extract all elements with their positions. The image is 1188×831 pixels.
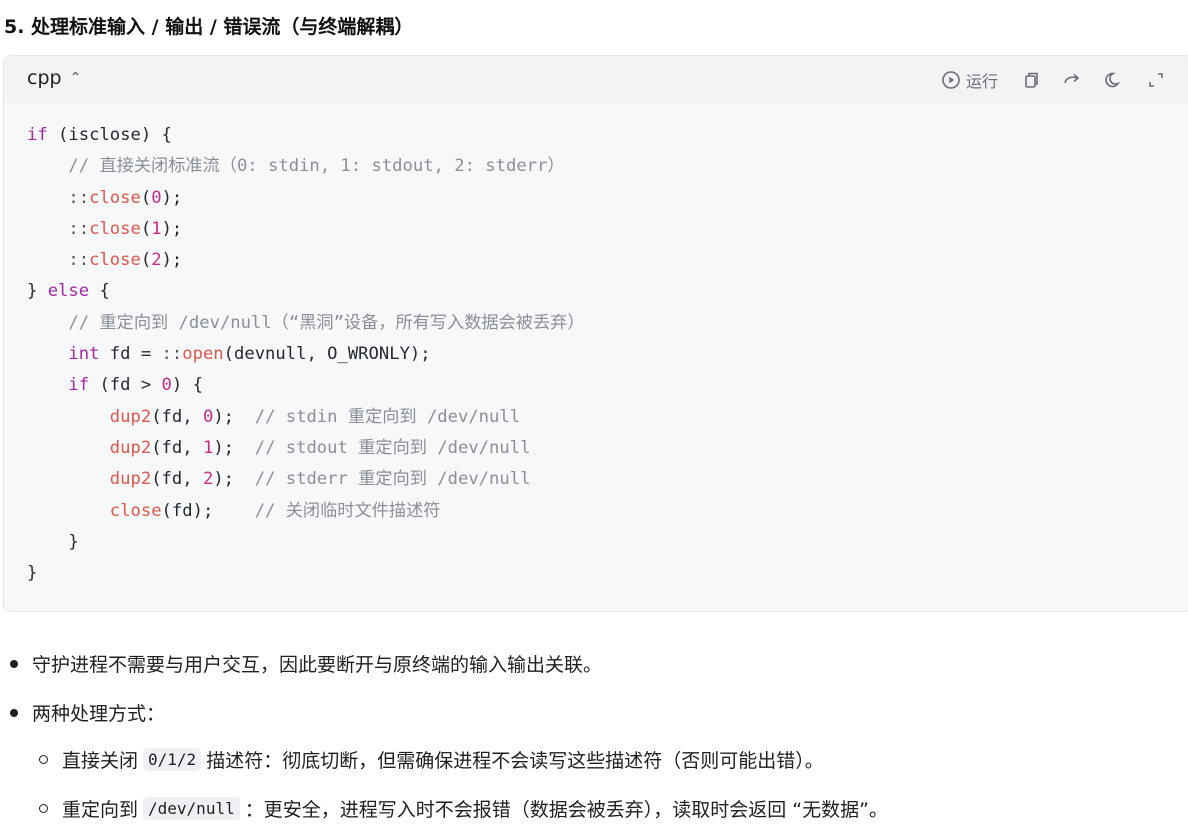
code-toolbar: 运行 — [941, 68, 1166, 92]
bullet-circle — [39, 804, 48, 813]
wrap-button[interactable] — [1062, 70, 1082, 90]
code-content: if (isclose) { // 直接关闭标准流（0: stdin, 1: s… — [27, 125, 585, 584]
sub-list-item: 直接关闭 0/1/2 描述符：彻底切断，但需确保进程不会读写这些描述符（否则可能… — [39, 746, 824, 773]
list-item: 两种处理方式： — [10, 699, 165, 726]
run-label: 运行 — [965, 72, 998, 91]
copy-button[interactable] — [1020, 70, 1040, 90]
copy-icon — [1025, 72, 1038, 88]
bullet-circle — [39, 755, 48, 764]
inline-code: /dev/null — [143, 797, 240, 820]
theme-toggle-button[interactable] — [1104, 70, 1124, 90]
redirect-arrow-icon — [1064, 73, 1080, 84]
expand-icon — [1149, 73, 1163, 87]
code-block-header: cpp ⌃ 运行 — [4, 56, 1188, 103]
language-toggle[interactable]: cpp ⌃ — [27, 67, 81, 89]
bullet-dot — [10, 659, 18, 668]
chevron-up-icon: ⌃ — [69, 70, 82, 86]
bullet-dot — [10, 708, 18, 717]
code-block: cpp ⌃ 运行 if (isclose) { // 直接关闭标准流（0: st… — [3, 55, 1188, 612]
sub-list-item: 重定向到 /dev/null ：更安全，进程写入时不会报错（数据会被丢弃），读取… — [39, 795, 888, 822]
play-circle-icon — [942, 71, 960, 89]
list-item: 守护进程不需要与用户交互，因此要断开与原终端的输入输出关联。 — [10, 650, 602, 677]
moon-icon — [1105, 72, 1121, 88]
section-heading: 5. 处理标准输入 / 输出 / 错误流（与终端解耦） — [4, 16, 414, 38]
expand-button[interactable] — [1146, 70, 1166, 90]
language-label: cpp — [27, 67, 62, 89]
inline-code: 0/1/2 — [143, 748, 202, 771]
run-button[interactable]: 运行 — [941, 68, 998, 92]
